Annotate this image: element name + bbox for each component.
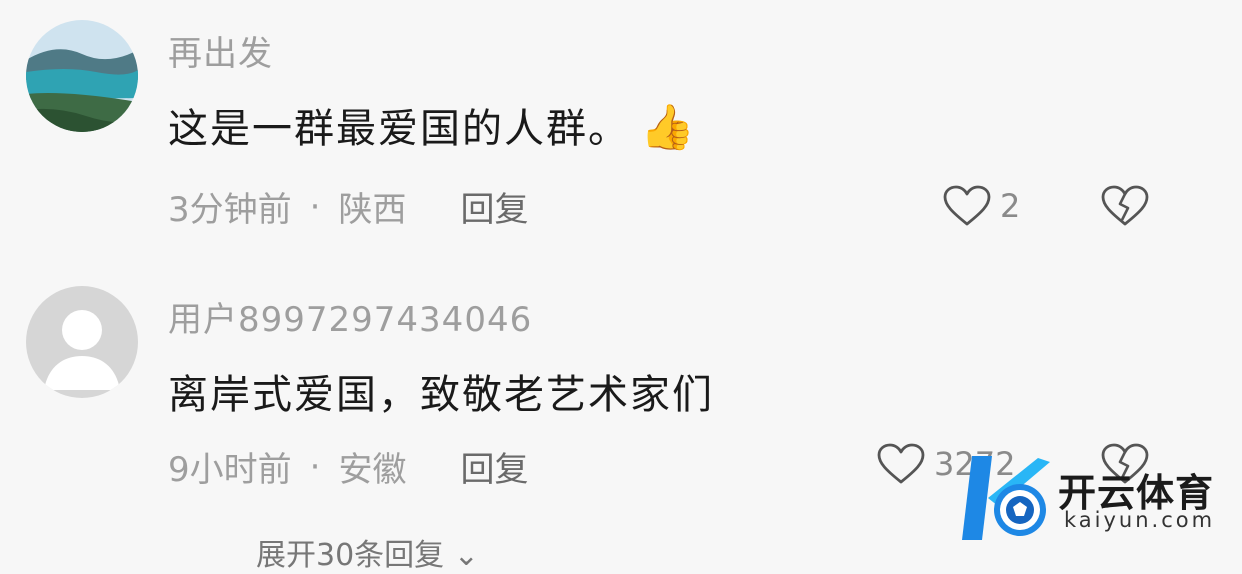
like-count: 2 [1000, 187, 1021, 225]
meta-separator: · [309, 186, 321, 227]
comment-text: 这是一群最爱国的人群。 👍 [168, 96, 697, 154]
comment-meta: 3分钟前 · 陕西 回复 [168, 182, 528, 231]
broken-heart-icon [1101, 185, 1149, 226]
thumbs-up-emoji-icon: 👍 [640, 102, 697, 153]
heart-icon [877, 443, 925, 484]
heart-icon [943, 185, 991, 226]
watermark: 开云体育 kaiyun.com [958, 448, 1238, 548]
dislike-button[interactable] [1100, 184, 1150, 232]
avatar[interactable] [26, 286, 138, 398]
like-button[interactable]: 2 [942, 184, 1020, 228]
username[interactable]: 用户8997297434046 [168, 292, 532, 341]
default-user-avatar-icon [26, 286, 138, 398]
location: 安徽 [338, 450, 407, 490]
reply-button[interactable]: 回复 [460, 182, 528, 231]
location: 陕西 [338, 190, 407, 230]
timestamp: 9小时前 [168, 450, 292, 490]
expand-replies-button[interactable]: 展开30条回复 ⌄ [256, 530, 479, 574]
comment-text: 离岸式爱国，致敬老艺术家们 [168, 372, 714, 418]
timestamp: 3分钟前 [168, 190, 292, 230]
reply-button[interactable]: 回复 [460, 442, 528, 491]
lake-landscape-avatar-icon [26, 20, 138, 132]
username[interactable]: 再出发 [168, 26, 273, 75]
avatar[interactable] [26, 20, 138, 132]
comment-meta: 9小时前 · 安徽 回复 [168, 442, 528, 491]
comment-text-body: 这是一群最爱国的人群。 [168, 106, 630, 152]
watermark-url: kaiyun.com [1064, 508, 1216, 532]
meta-separator: · [309, 446, 321, 487]
kaiyun-logo-icon [962, 456, 1050, 540]
